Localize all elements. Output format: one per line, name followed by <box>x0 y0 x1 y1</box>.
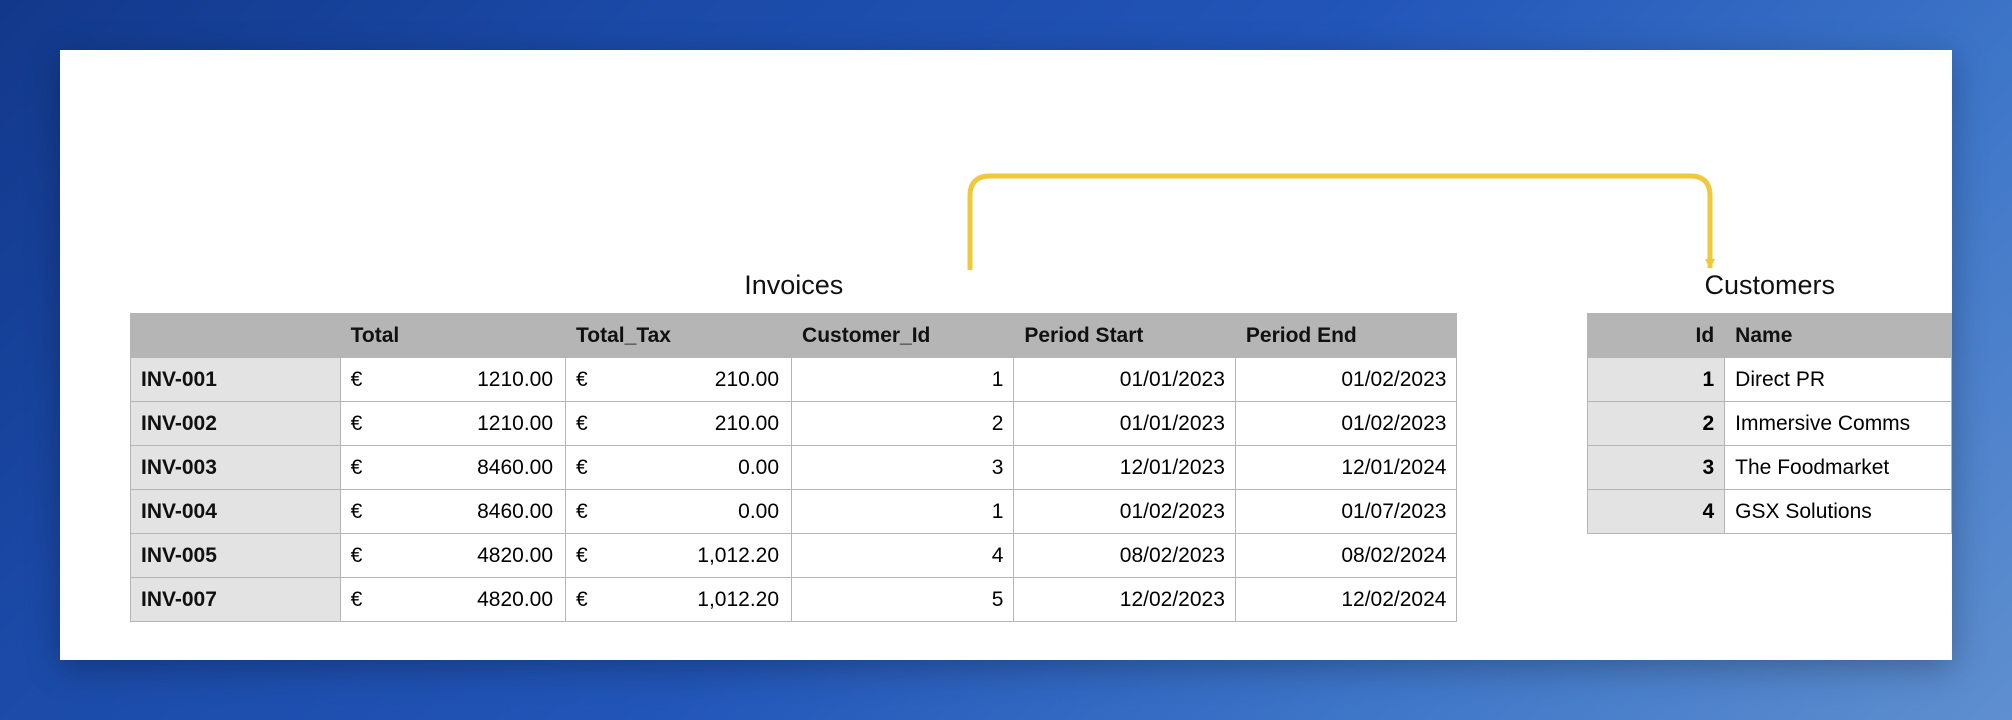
invoice-total-tax: €210.00 <box>566 402 792 446</box>
invoice-total: €4820.00 <box>340 578 565 622</box>
invoices-title: Invoices <box>744 270 843 301</box>
invoice-id: INV-003 <box>131 446 341 490</box>
invoice-customer-id: 4 <box>792 534 1014 578</box>
invoice-period-end: 12/02/2024 <box>1235 578 1457 622</box>
invoice-period-start: 12/02/2023 <box>1014 578 1236 622</box>
customer-name: GSX Solutions <box>1725 490 1952 534</box>
invoice-total-tax: €1,012.20 <box>566 578 792 622</box>
invoice-total: €8460.00 <box>340 490 565 534</box>
invoices-col-period-start: Period Start <box>1014 314 1236 358</box>
invoice-total: €1210.00 <box>340 402 565 446</box>
invoice-period-end: 08/02/2024 <box>1235 534 1457 578</box>
customers-table: Id Name 1Direct PR2Immersive Comms3The F… <box>1587 313 1952 534</box>
invoices-col-total: Total <box>340 314 565 358</box>
invoices-table: Total Total_Tax Customer_Id Period Start… <box>130 313 1457 622</box>
customers-col-id: Id <box>1588 314 1725 358</box>
invoices-section: Invoices Total Total_Tax Customer_Id Per… <box>130 270 1457 622</box>
customer-id: 2 <box>1588 402 1725 446</box>
table-row: INV-001€1210.00€210.00101/01/202301/02/2… <box>131 358 1457 402</box>
invoice-total-tax: €210.00 <box>566 358 792 402</box>
invoice-customer-id: 3 <box>792 446 1014 490</box>
invoices-header-row: Total Total_Tax Customer_Id Period Start… <box>131 314 1457 358</box>
customers-col-name: Name <box>1725 314 1952 358</box>
invoice-period-start: 08/02/2023 <box>1014 534 1236 578</box>
invoice-total-tax: €0.00 <box>566 490 792 534</box>
invoice-period-end: 01/02/2023 <box>1235 358 1457 402</box>
invoices-col-customer-id: Customer_Id <box>792 314 1014 358</box>
table-row: INV-003€8460.00€0.00312/01/202312/01/202… <box>131 446 1457 490</box>
customer-id: 4 <box>1588 490 1725 534</box>
invoice-period-start: 01/02/2023 <box>1014 490 1236 534</box>
invoice-total: €4820.00 <box>340 534 565 578</box>
table-row: 3The Foodmarket <box>1588 446 1952 490</box>
invoice-id: INV-005 <box>131 534 341 578</box>
invoice-id: INV-004 <box>131 490 341 534</box>
customer-id: 3 <box>1588 446 1725 490</box>
customer-name: Direct PR <box>1725 358 1952 402</box>
customer-name: The Foodmarket <box>1725 446 1952 490</box>
customer-id: 1 <box>1588 358 1725 402</box>
invoice-period-start: 12/01/2023 <box>1014 446 1236 490</box>
invoice-customer-id: 2 <box>792 402 1014 446</box>
table-row: 4GSX Solutions <box>1588 490 1952 534</box>
table-row: INV-002€1210.00€210.00201/01/202301/02/2… <box>131 402 1457 446</box>
invoice-period-end: 12/01/2024 <box>1235 446 1457 490</box>
invoice-customer-id: 1 <box>792 358 1014 402</box>
invoice-period-start: 01/01/2023 <box>1014 402 1236 446</box>
invoice-total: €8460.00 <box>340 446 565 490</box>
invoice-period-end: 01/07/2023 <box>1235 490 1457 534</box>
invoice-total-tax: €1,012.20 <box>566 534 792 578</box>
customer-name: Immersive Comms <box>1725 402 1952 446</box>
invoices-col-period-end: Period End <box>1235 314 1457 358</box>
invoice-id: INV-002 <box>131 402 341 446</box>
invoice-id: INV-007 <box>131 578 341 622</box>
invoices-col-total-tax: Total_Tax <box>566 314 792 358</box>
table-row: INV-005€4820.00€1,012.20408/02/202308/02… <box>131 534 1457 578</box>
invoice-period-end: 01/02/2023 <box>1235 402 1457 446</box>
table-row: 2Immersive Comms <box>1588 402 1952 446</box>
invoice-customer-id: 1 <box>792 490 1014 534</box>
table-row: INV-004€8460.00€0.00101/02/202301/07/202… <box>131 490 1457 534</box>
diagram-card: Invoices Total Total_Tax Customer_Id Per… <box>60 50 1952 660</box>
invoice-customer-id: 5 <box>792 578 1014 622</box>
table-row: INV-007€4820.00€1,012.20512/02/202312/02… <box>131 578 1457 622</box>
invoices-col-id <box>131 314 341 358</box>
customers-section: Customers Id Name 1Direct PR2Immersive C… <box>1587 270 1952 534</box>
table-row: 1Direct PR <box>1588 358 1952 402</box>
invoice-period-start: 01/01/2023 <box>1014 358 1236 402</box>
invoice-id: INV-001 <box>131 358 341 402</box>
customers-title: Customers <box>1704 270 1835 301</box>
invoice-total-tax: €0.00 <box>566 446 792 490</box>
customers-header-row: Id Name <box>1588 314 1952 358</box>
invoice-total: €1210.00 <box>340 358 565 402</box>
